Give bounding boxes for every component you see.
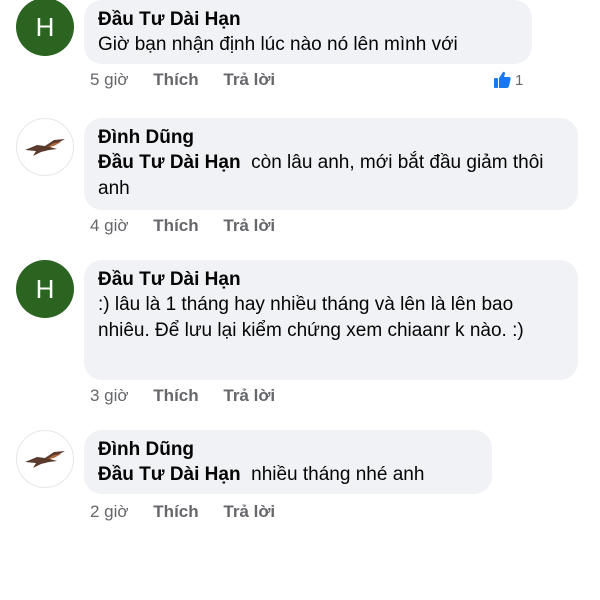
comment-time[interactable]: 5 giờ — [90, 70, 129, 90]
comment-author[interactable]: Đầu Tư Dài Hạn — [98, 268, 564, 292]
reaction-count: 1 — [515, 71, 524, 89]
like-button[interactable]: Thích — [153, 386, 198, 406]
comment-body: nhiều tháng nhé anh — [251, 464, 425, 485]
bird-icon — [25, 451, 65, 468]
comment-meta: 3 giờ Thích Trả lời — [90, 386, 295, 406]
comment-text: Đầu Tư Dài Hạn còn lâu anh, mới bắt đầu … — [98, 150, 564, 202]
avatar[interactable] — [16, 430, 74, 488]
comment-text: Giờ bạn nhận định lúc nào nó lên mình vớ… — [98, 34, 458, 55]
mention-tag[interactable]: Đầu Tư Dài Hạn — [98, 464, 241, 485]
comment-author[interactable]: Đầu Tư Dài Hạn — [98, 8, 518, 32]
comment-time[interactable]: 2 giờ — [90, 502, 129, 522]
comment-meta: 4 giờ Thích Trả lời — [90, 216, 295, 236]
comment-bubble: Đình Dũng Đầu Tư Dài Hạn còn lâu anh, mớ… — [84, 118, 578, 210]
reply-button[interactable]: Trả lời — [223, 502, 275, 522]
avatar-letter: H — [35, 273, 55, 304]
comment-bubble: Đầu Tư Dài Hạn :) lâu là 1 tháng hay nhi… — [84, 260, 578, 380]
comment-bubble: Đình Dũng Đầu Tư Dài Hạn nhiều tháng nhé… — [84, 430, 492, 494]
avatar-letter: H — [35, 11, 55, 42]
comment-bubble: Đầu Tư Dài Hạn Giờ bạn nhận định lúc nào… — [84, 0, 532, 64]
comment-text: Đầu Tư Dài Hạn nhiều tháng nhé anh — [98, 462, 478, 488]
thumbs-up-icon — [494, 71, 511, 88]
comment-author[interactable]: Đình Dũng — [98, 126, 564, 150]
comment-time[interactable]: 3 giờ — [90, 386, 129, 406]
like-button[interactable]: Thích — [153, 216, 198, 236]
avatar[interactable] — [16, 118, 74, 176]
reaction-summary[interactable]: 1 — [492, 70, 523, 90]
comment-meta: 2 giờ Thích Trả lời — [90, 502, 295, 522]
reply-button[interactable]: Trả lời — [223, 216, 275, 236]
like-button[interactable]: Thích — [153, 70, 198, 90]
comment-time[interactable]: 4 giờ — [90, 216, 129, 236]
comment-author[interactable]: Đình Dũng — [98, 438, 478, 462]
comment-meta: 5 giờ Thích Trả lời — [90, 70, 295, 90]
bird-icon — [25, 139, 65, 156]
reply-button[interactable]: Trả lời — [223, 386, 275, 406]
comment-text: :) lâu là 1 tháng hay nhiều tháng và lên… — [98, 294, 524, 341]
mention-tag[interactable]: Đầu Tư Dài Hạn — [98, 152, 241, 173]
reply-button[interactable]: Trả lời — [223, 70, 275, 90]
avatar[interactable]: H — [16, 260, 74, 318]
like-button[interactable]: Thích — [153, 502, 198, 522]
avatar[interactable]: H — [16, 0, 74, 56]
